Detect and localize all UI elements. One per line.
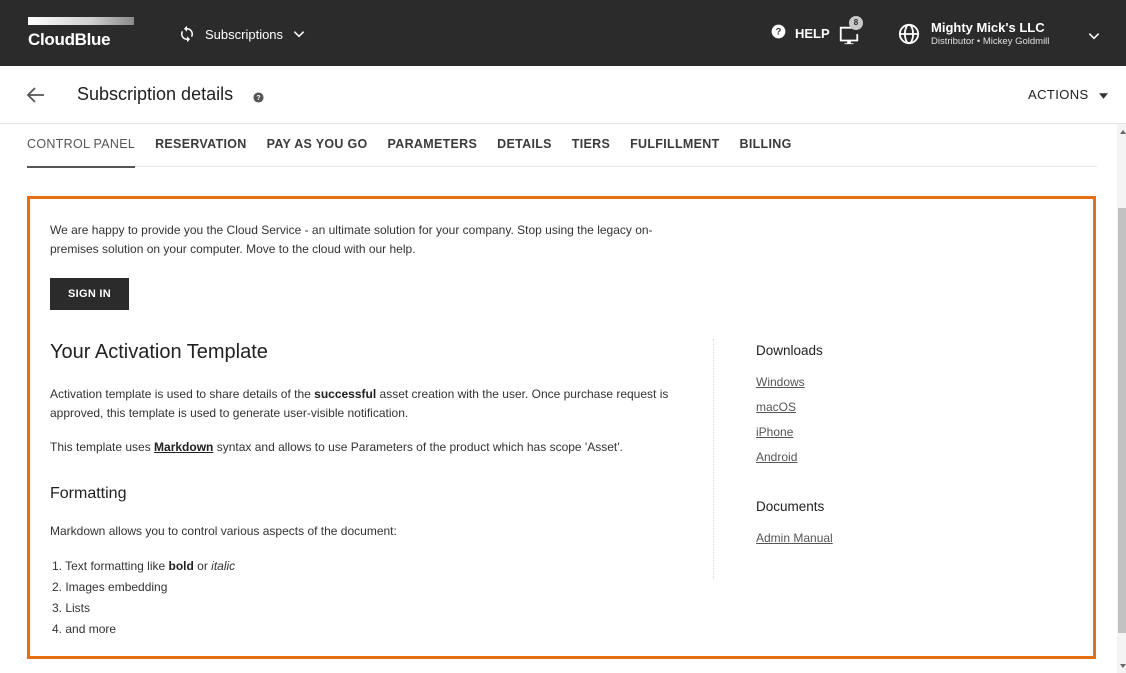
sign-in-button[interactable]: SIGN IN xyxy=(50,278,129,310)
page-header: Subscription details ? ACTIONS xyxy=(0,66,1126,124)
notification-button[interactable]: 8 xyxy=(838,16,868,48)
scrollbar-thumb[interactable] xyxy=(1118,208,1126,633)
list-item: 4. and more xyxy=(52,622,117,636)
cloudblue-logo[interactable]: CloudBlue xyxy=(26,17,136,49)
activation-title: Your Activation Template xyxy=(50,341,268,363)
tab-fulfillment[interactable]: FULFILLMENT xyxy=(630,124,719,167)
list-item: 1. Text formatting like bold or italic xyxy=(52,556,235,577)
list-item-text: 1. Text formatting like xyxy=(52,559,169,573)
list-item-italic: italic xyxy=(211,559,236,573)
activation-desc-text: Activation template is used to share det… xyxy=(50,387,315,401)
markdown-link[interactable]: Markdown xyxy=(154,440,213,454)
page-title: Subscription details xyxy=(77,84,234,104)
svg-text:?: ? xyxy=(776,27,782,37)
documents-list: Admin Manual xyxy=(756,531,833,545)
downloads-list: Windows macOS iPhone Android xyxy=(756,375,805,475)
tab-reservation[interactable]: RESERVATION xyxy=(155,124,247,167)
logo-bar xyxy=(28,17,134,25)
list-item: 2. Images embedding xyxy=(52,580,168,594)
list-item: 3. Lists xyxy=(52,601,91,615)
download-link-iphone[interactable]: iPhone xyxy=(756,425,793,439)
template-note-text-2: syntax and allows to use Parameters of t… xyxy=(213,440,623,454)
download-link-macos[interactable]: macOS xyxy=(756,400,796,414)
actions-label: ACTIONS xyxy=(1028,87,1089,102)
downloads-title: Downloads xyxy=(756,343,823,358)
chevron-down-icon xyxy=(1087,29,1101,48)
tab-pay-as-you-go[interactable]: PAY AS YOU GO xyxy=(267,124,368,167)
module-label: Subscriptions xyxy=(205,26,284,42)
formatting-title: Formatting xyxy=(50,485,127,502)
top-bar: CloudBlue Subscriptions ? HELP 8 Mighty … xyxy=(0,0,1126,66)
account-name: Mighty Mick's LLC xyxy=(931,20,1045,35)
scroll-down-arrow[interactable] xyxy=(1120,664,1126,668)
intro-text: We are happy to provide you the Cloud Se… xyxy=(50,223,653,256)
tab-parameters[interactable]: PARAMETERS xyxy=(388,124,478,167)
help-button[interactable]: ? HELP xyxy=(771,24,830,42)
globe-icon xyxy=(898,23,920,50)
tab-control-panel[interactable]: CONTROL PANEL xyxy=(27,124,136,168)
formatting-description: Markdown allows you to control various a… xyxy=(50,524,397,538)
tab-bar: CONTROL PANEL RESERVATION PAY AS YOU GO … xyxy=(27,124,1097,168)
download-link-android[interactable]: Android xyxy=(756,450,797,464)
template-note-text: This template uses xyxy=(50,440,155,454)
caret-down-icon xyxy=(1098,87,1108,102)
tab-billing[interactable]: BILLING xyxy=(740,124,792,167)
activation-description: Activation template is used to share det… xyxy=(50,385,690,423)
help-label: HELP xyxy=(795,25,830,41)
svg-text:?: ? xyxy=(256,95,260,102)
download-link-windows[interactable]: Windows xyxy=(756,375,805,389)
scroll-up-arrow[interactable] xyxy=(1120,130,1126,134)
documents-title: Documents xyxy=(756,499,825,514)
module-switcher[interactable]: Subscriptions xyxy=(178,23,306,45)
template-note: This template uses Markdown syntax and a… xyxy=(50,440,623,454)
back-button[interactable] xyxy=(24,83,48,107)
activation-desc-bold: successful xyxy=(314,387,377,401)
list-item-bold: bold xyxy=(168,559,194,573)
column-divider xyxy=(713,339,714,579)
arrow-back-icon xyxy=(24,87,48,111)
account-menu[interactable]: Mighty Mick's LLC Distributor • Mickey G… xyxy=(898,20,1108,50)
tab-details[interactable]: DETAILS xyxy=(497,124,552,167)
notification-badge: 8 xyxy=(849,16,863,30)
sync-icon xyxy=(178,25,196,43)
chevron-down-icon xyxy=(292,27,306,41)
control-panel-content: We are happy to provide you the Cloud Se… xyxy=(27,196,1096,659)
document-link-admin-manual[interactable]: Admin Manual xyxy=(756,531,833,545)
logo-text: CloudBlue xyxy=(28,30,111,49)
help-icon: ? xyxy=(771,24,786,42)
account-role: Distributor • Mickey Goldmill xyxy=(931,36,1050,47)
actions-menu[interactable]: ACTIONS xyxy=(1028,87,1108,102)
list-item-text: or xyxy=(193,559,212,573)
help-icon[interactable]: ? xyxy=(253,90,264,108)
formatting-list: 1. Text formatting like bold or italic 2… xyxy=(52,556,235,640)
tab-tiers[interactable]: TIERS xyxy=(572,124,610,167)
